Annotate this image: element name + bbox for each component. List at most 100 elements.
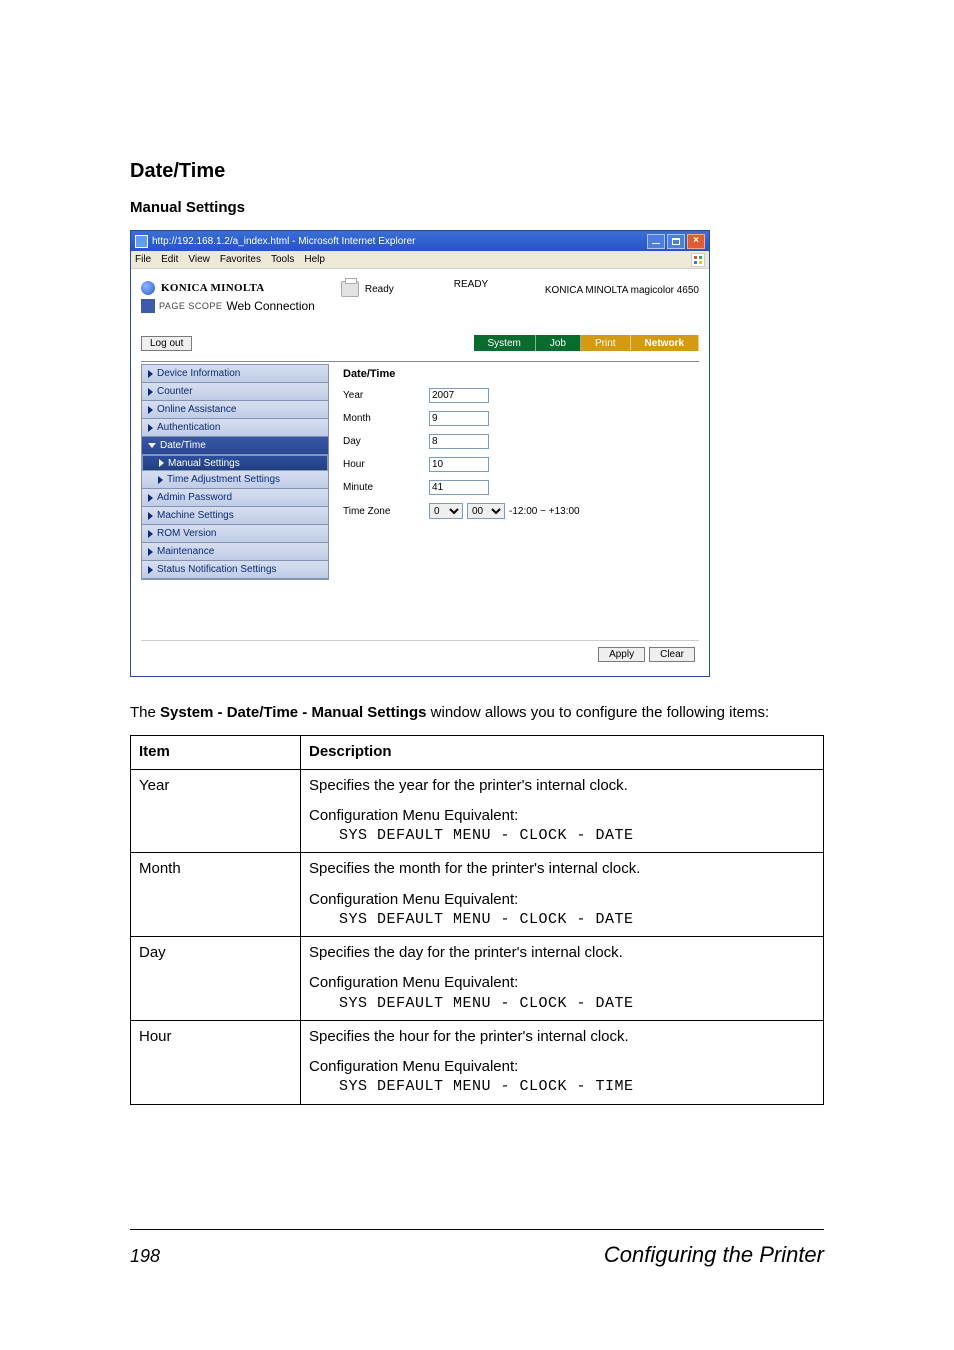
desc-bold: System - Date/Time - Manual Settings: [160, 704, 426, 721]
tab-network[interactable]: Network: [631, 335, 699, 351]
pagescope-small: PAGE SCOPE: [159, 301, 222, 311]
label-minute: Minute: [343, 482, 429, 493]
sidebar-label: Online Assistance: [157, 404, 237, 415]
window-minimize-button[interactable]: [647, 234, 665, 249]
sidebar-label: Machine Settings: [157, 510, 234, 521]
sidebar-item-maintenance[interactable]: Maintenance: [142, 543, 328, 561]
window-close-button[interactable]: ×: [687, 234, 705, 249]
input-hour[interactable]: [429, 457, 489, 472]
desc-line: Specifies the month for the printer's in…: [309, 859, 815, 879]
cell-item-year: Year: [131, 769, 301, 853]
ie-throbber-icon: [691, 253, 705, 267]
pagescope-icon: [141, 299, 155, 313]
label-day: Day: [343, 436, 429, 447]
cell-item-day: Day: [131, 937, 301, 1021]
desc-post: window allows you to configure the follo…: [426, 704, 769, 721]
sidebar-item-time-adjustment[interactable]: Time Adjustment Settings: [142, 471, 328, 489]
sidebar-item-manual-settings[interactable]: Manual Settings: [142, 455, 328, 471]
conf-label: Configuration Menu Equivalent:: [309, 1057, 815, 1077]
desc-line: Specifies the year for the printer's int…: [309, 776, 815, 796]
form-title: Date/Time: [343, 368, 699, 380]
pagescope-title: Web Connection: [226, 299, 315, 313]
window-title: http://192.168.1.2/a_index.html - Micros…: [152, 236, 647, 247]
menu-favorites[interactable]: Favorites: [220, 254, 261, 265]
th-description: Description: [301, 736, 824, 769]
tz-range-label: -12:00 ~ +13:00: [509, 506, 580, 517]
description-paragraph: The System - Date/Time - Manual Settings…: [130, 703, 824, 723]
settings-table: Item Description Year Specifies the year…: [130, 735, 824, 1104]
page-number: 198: [130, 1246, 160, 1267]
conf-label: Configuration Menu Equivalent:: [309, 806, 815, 826]
sidebar-label: Date/Time: [160, 440, 206, 451]
screenshot-window: http://192.168.1.2/a_index.html - Micros…: [130, 230, 710, 677]
conf-path: SYS DEFAULT MENU - CLOCK - TIME: [309, 1077, 815, 1097]
conf-label: Configuration Menu Equivalent:: [309, 973, 815, 993]
desc-line: Specifies the day for the printer's inte…: [309, 943, 815, 963]
sidebar-item-online-assistance[interactable]: Online Assistance: [142, 401, 328, 419]
logout-button[interactable]: Log out: [141, 336, 192, 351]
menu-file[interactable]: File: [135, 254, 151, 265]
tab-job[interactable]: Job: [536, 335, 581, 351]
sidebar-label: Time Adjustment Settings: [167, 474, 280, 485]
sidebar-item-rom-version[interactable]: ROM Version: [142, 525, 328, 543]
brand-name: KONICA MINOLTA: [161, 282, 265, 294]
tab-system[interactable]: System: [474, 335, 536, 351]
label-month: Month: [343, 413, 429, 424]
sidebar-item-authentication[interactable]: Authentication: [142, 419, 328, 437]
label-timezone: Time Zone: [343, 506, 429, 517]
heading-datetime: Date/Time: [130, 160, 824, 183]
footer-section: Configuring the Printer: [604, 1242, 824, 1268]
browser-menubar: File Edit View Favorites Tools Help: [131, 251, 709, 269]
sidebar-label: Counter: [157, 386, 193, 397]
sidebar-item-machine-settings[interactable]: Machine Settings: [142, 507, 328, 525]
cell-desc-month: Specifies the month for the printer's in…: [301, 853, 824, 937]
select-tz-hour[interactable]: 0: [429, 503, 463, 519]
clear-button[interactable]: Clear: [649, 647, 695, 662]
menu-tools[interactable]: Tools: [271, 254, 294, 265]
sidebar-item-device-information[interactable]: Device Information: [142, 365, 328, 383]
sidebar-item-counter[interactable]: Counter: [142, 383, 328, 401]
sidebar-label: Maintenance: [157, 546, 214, 557]
conf-label: Configuration Menu Equivalent:: [309, 890, 815, 910]
cell-item-hour: Hour: [131, 1020, 301, 1104]
cell-desc-day: Specifies the day for the printer's inte…: [301, 937, 824, 1021]
ie-icon: [135, 235, 148, 248]
status-ready-big: READY: [454, 279, 488, 290]
menu-help[interactable]: Help: [304, 254, 325, 265]
footer-rule: [130, 1229, 824, 1230]
input-minute[interactable]: [429, 480, 489, 495]
conf-path: SYS DEFAULT MENU - CLOCK - DATE: [309, 910, 815, 930]
cell-desc-year: Specifies the year for the printer's int…: [301, 769, 824, 853]
sidebar-label: Manual Settings: [168, 458, 240, 469]
sidebar-label: Authentication: [157, 422, 220, 433]
printer-icon: [341, 281, 359, 297]
sidebar-item-status-notification[interactable]: Status Notification Settings: [142, 561, 328, 579]
conf-path: SYS DEFAULT MENU - CLOCK - DATE: [309, 826, 815, 846]
window-titlebar: http://192.168.1.2/a_index.html - Micros…: [131, 231, 709, 251]
tab-print[interactable]: Print: [581, 335, 631, 351]
select-tz-minute[interactable]: 00: [467, 503, 505, 519]
sidebar-label: Admin Password: [157, 492, 232, 503]
sidebar: Device Information Counter Online Assist…: [141, 364, 329, 580]
th-item: Item: [131, 736, 301, 769]
konica-globe-icon: [141, 281, 155, 295]
heading-manual-settings: Manual Settings: [130, 199, 824, 216]
apply-button[interactable]: Apply: [598, 647, 645, 662]
input-month[interactable]: [429, 411, 489, 426]
input-year[interactable]: [429, 388, 489, 403]
input-day[interactable]: [429, 434, 489, 449]
sidebar-label: Status Notification Settings: [157, 564, 277, 575]
conf-path: SYS DEFAULT MENU - CLOCK - DATE: [309, 994, 815, 1014]
desc-pre: The: [130, 704, 160, 721]
sidebar-item-datetime[interactable]: Date/Time: [142, 437, 328, 455]
main-tabs: System Job Print Network: [474, 335, 699, 351]
label-year: Year: [343, 390, 429, 401]
cell-desc-hour: Specifies the hour for the printer's int…: [301, 1020, 824, 1104]
label-hour: Hour: [343, 459, 429, 470]
sidebar-label: Device Information: [157, 368, 240, 379]
sidebar-label: ROM Version: [157, 528, 216, 539]
sidebar-item-admin-password[interactable]: Admin Password: [142, 489, 328, 507]
menu-view[interactable]: View: [188, 254, 210, 265]
window-maximize-button[interactable]: [667, 234, 685, 249]
menu-edit[interactable]: Edit: [161, 254, 178, 265]
